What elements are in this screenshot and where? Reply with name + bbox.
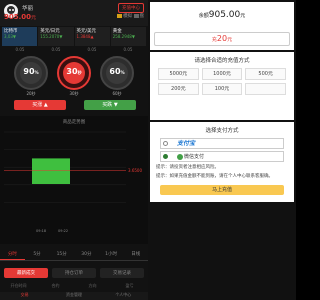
column-header: 盈亏 [125,283,134,288]
duration-option-0[interactable]: 90% [14,56,48,90]
duration-label: 60秒 [112,91,122,96]
column-header: 合约 [51,283,60,288]
amount-option[interactable]: 5000元 [158,68,199,80]
duration-option-2[interactable]: 60% [100,56,134,90]
x-tick-label: 09:22 [58,229,68,233]
quote-price: 258.2948▼ [112,34,135,39]
buy-down-button[interactable]: 买跌 ▼ [84,100,136,110]
quote-price: 155.2070▼ [40,34,63,39]
recharge-center-button[interactable]: 充值中心 [118,3,144,13]
pay-method-alipay[interactable]: 支付宝 [160,138,284,149]
nav-item-funds[interactable]: 资金管理 [49,292,98,300]
price-chart: 商品走势图 3.6500 09:18 09:22 [0,116,148,244]
bottom-nav: 交易 资金管理 个人中心 [0,292,148,300]
trading-panel: 华丽 905.00元 充值中心 模拟 盘 比特币 3,03▼ 英元/日元 155.2… [0,0,148,300]
price-label: 3.6500 [128,168,142,173]
duration-value: 30秒 [66,67,82,76]
quote-tabs: 比特币 3,03▼ 英元/日元 155.2070▼ 英元/美元 1.3848▲ 黄金 2… [2,27,146,46]
section-title: 请选择合适的充值方式 [194,58,250,64]
user-balance: 905.00元 [4,13,37,21]
amount-option[interactable]: 200元 [158,83,199,95]
tier-value: 0.05 [87,47,97,52]
sim-account-icon [133,13,139,18]
orders-table-header: 开仓时间 合约 方向 盈亏 [0,283,148,289]
recharge-now-button[interactable]: 马上充值 [160,185,284,195]
tier-row: 0.05 0.05 0.05 0.05 [2,47,146,52]
duration-value: 90% [23,67,39,76]
column-header: 方向 [88,283,97,288]
recharge-amount-field[interactable]: 充20元 [154,32,290,46]
wechat-label: 微信支付 [184,154,205,160]
alipay-label: 支付宝 [177,140,196,147]
amount-option[interactable]: 500元 [245,68,286,80]
radio-checked-icon [163,154,168,159]
tab-open-orders[interactable]: 持仓订单 [52,268,96,278]
tab-timeframe[interactable]: 30分 [74,250,99,260]
account-header: 华丽 905.00元 充值中心 模拟 盘 [0,0,148,26]
x-tick-label: 09:18 [36,229,46,233]
tier-value: 0.05 [123,47,133,52]
quote-tab-2[interactable]: 英元/美元 1.3848▲ [74,27,110,46]
tip-text: 提示：如果充值金额不能到账，请在个人中心联系客服确。 [156,173,273,179]
chart-bar [32,158,70,184]
duration-selector: 90% 20秒 30秒 30秒 60% 60秒 [0,56,148,98]
duration-label: 20秒 [26,91,36,96]
radio-icon [163,141,168,146]
balance-display: 余额905.00元 [198,10,246,20]
nav-item-profile[interactable]: 个人中心 [99,292,148,300]
duration-value: 60% [109,67,125,76]
amount-grid: 5000元 1000元 500元 200元 100元 [150,68,294,95]
quote-tab-1[interactable]: 英元/日元 155.2070▼ [38,27,74,46]
duration-option-1[interactable]: 30秒 [57,56,91,90]
user-name: 华丽 [22,6,34,12]
recharge-panel: 余额905.00元 充20元 请选择合适的充值方式 5000元 1000元 50… [148,0,296,300]
payment-selection: 选择支付方式 支付宝 微信支付 提示：请投资者注意相应风险。 提示：如果充值金额… [150,122,294,202]
pay-method-wechat[interactable]: 微信支付 [160,151,284,162]
quote-price: 3,03▼ [4,34,16,39]
chart-canvas: 3.6500 09:18 09:22 [4,131,142,233]
amount-option[interactable] [245,83,286,95]
order-tabs: 最新成交 持仓订单 交易记录 [4,268,144,278]
duration-label: 30秒 [69,91,79,96]
account-type-switch[interactable]: 模拟 盘 [117,13,144,19]
tier-value: 0.05 [51,47,61,52]
amount-option[interactable]: 1000元 [201,68,243,80]
chart-title: 商品走势图 [62,120,86,125]
section-title: 选择支付方式 [205,128,239,134]
tab-timeframe[interactable]: 15分 [49,250,74,260]
quote-tab-0[interactable]: 比特币 3,03▼ [2,27,38,46]
tab-latest-trades[interactable]: 最新成交 [4,268,48,278]
tab-timeframe[interactable]: 分时 [0,250,25,260]
tier-value: 0.05 [15,47,25,52]
real-account-icon [117,13,123,18]
wechat-icon [177,153,183,160]
timeframe-tabs: 分时 5分 15分 30分 1小时 日线 [0,250,148,261]
quote-price: 1.3848▲ [76,34,94,39]
tab-timeframe[interactable]: 1小时 [99,250,124,260]
quote-tab-3[interactable]: 黄金 258.2948▼ [110,27,146,46]
column-header: 开仓时间 [10,283,27,288]
amount-option[interactable]: 100元 [201,83,243,95]
tab-timeframe[interactable]: 日线 [123,250,148,260]
buy-up-button[interactable]: 买涨 ▲ [14,100,66,110]
tab-trade-history[interactable]: 交易记录 [100,268,144,278]
nav-item-trade[interactable]: 交易 [0,292,49,300]
tab-timeframe[interactable]: 5分 [25,250,50,260]
balance-card: 余额905.00元 充20元 [150,2,294,50]
tip-text: 提示：请投资者注意相应风险。 [156,165,219,170]
amount-selection: 请选择合适的充值方式 5000元 1000元 500元 200元 100元 [150,52,294,120]
